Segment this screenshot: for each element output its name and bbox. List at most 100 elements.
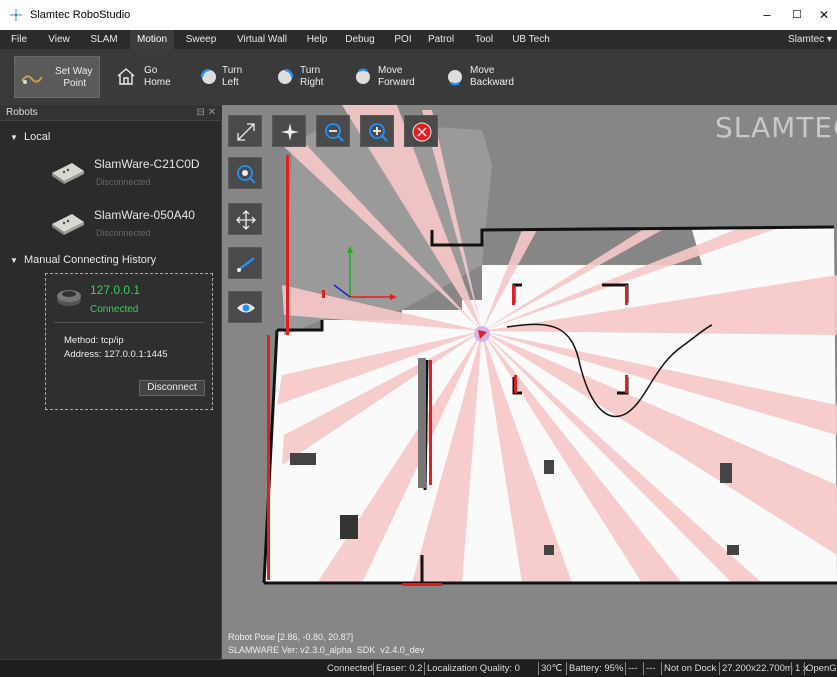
turn-left-label: Turn Left <box>222 65 243 88</box>
zoom-in-button[interactable] <box>360 115 394 147</box>
move-forward-label: Move Forward <box>378 65 415 88</box>
connection-card[interactable]: 127.0.0.1 Connected Method: tcp/ip Addre… <box>45 273 213 410</box>
connection-method: Method: tcp/ip <box>64 335 124 346</box>
home-icon <box>117 68 135 85</box>
status-dock: Not on Dock <box>664 663 717 674</box>
robot-name: SlamWare-050A40 <box>94 208 195 222</box>
menu-tool[interactable]: Tool <box>470 30 498 50</box>
pan-button[interactable] <box>228 203 262 235</box>
history-section-label: Manual Connecting History <box>24 254 157 266</box>
title-bar: Slamtec RoboStudio – ☐ ✕ <box>0 0 837 30</box>
expand-icon <box>237 123 255 141</box>
status-connected: Connected <box>327 663 373 674</box>
divider <box>625 662 626 675</box>
close-button[interactable]: ✕ <box>809 4 837 26</box>
menu-debug[interactable]: Debug <box>342 30 378 50</box>
zoom-in-icon <box>369 123 388 142</box>
divider <box>661 662 662 675</box>
status-map-size: 27.200x22.700m <box>722 663 793 674</box>
robot-base-icon <box>57 290 81 306</box>
divider <box>719 662 720 675</box>
robot-status: Disconnected <box>96 177 151 187</box>
local-section-header[interactable]: ▼ Local <box>0 130 222 146</box>
set-waypoint-button[interactable]: Set Way Point <box>14 56 100 98</box>
robot-status: Disconnected <box>96 228 151 238</box>
turn-right-button[interactable]: Turn Right <box>272 56 326 98</box>
slam-map[interactable] <box>222 105 837 659</box>
go-home-button[interactable]: Go Home <box>110 56 178 98</box>
turn-right-icon <box>278 68 294 84</box>
robot-position-marker <box>474 326 490 342</box>
divider <box>791 662 792 675</box>
move-backward-icon <box>448 70 462 86</box>
slamtec-watermark: SLAMTEC <box>715 111 837 144</box>
menu-file[interactable]: File <box>6 30 32 50</box>
move-forward-icon <box>356 68 370 84</box>
clear-map-button[interactable] <box>404 115 438 147</box>
clear-icon <box>412 122 432 142</box>
menu-slam[interactable]: SLAM <box>86 30 122 50</box>
disconnect-button[interactable]: Disconnect <box>139 380 205 396</box>
robots-panel: Robots ⊟ ✕ ▼ Local SlamWare-C21C0D Disco… <box>0 105 222 659</box>
divider <box>804 662 805 675</box>
menu-help[interactable]: Help <box>302 30 332 50</box>
menu-sweep[interactable]: Sweep <box>180 30 222 50</box>
status-temperature: 30℃ <box>541 663 563 674</box>
path-tool-button[interactable] <box>228 247 262 279</box>
fit-view-button[interactable] <box>228 115 262 147</box>
locate-button[interactable] <box>228 157 262 189</box>
obstacle <box>340 515 358 539</box>
divider <box>566 662 567 675</box>
connection-address: Address: 127.0.0.1:1445 <box>64 349 168 360</box>
menu-bar: File View SLAM Motion Sweep Virtual Wall… <box>0 30 837 50</box>
divider <box>643 662 644 675</box>
maximize-button[interactable]: ☐ <box>782 4 812 26</box>
menu-motion[interactable]: Motion <box>130 30 174 50</box>
expand-triangle-icon: ▼ <box>10 133 18 142</box>
center-robot-button[interactable] <box>272 115 306 147</box>
connection-status: Connected <box>90 304 139 315</box>
wall-segment <box>418 358 426 488</box>
user-menu[interactable]: Slamtec ▾ <box>784 30 836 50</box>
zoom-out-button[interactable] <box>316 115 350 147</box>
window-title: Slamtec RoboStudio <box>30 9 131 21</box>
turn-right-label: Turn Right <box>300 65 324 88</box>
locate-icon <box>237 165 256 184</box>
divider <box>538 662 539 675</box>
move-backward-label: Move Backward <box>470 65 514 88</box>
menu-ub-tech[interactable]: UB Tech <box>508 30 554 50</box>
status-eraser: Eraser: 0.2 <box>376 663 423 674</box>
waypoint-icon <box>21 75 43 84</box>
status-field-1: --- <box>628 663 638 674</box>
menu-view[interactable]: View <box>44 30 74 50</box>
move-backward-button[interactable]: Move Backward <box>442 56 522 98</box>
panel-float-close-icons[interactable]: ⊟ ✕ <box>196 105 216 121</box>
move-arrows-icon <box>236 210 256 230</box>
robot-device-icon <box>52 163 84 184</box>
robots-panel-title: Robots <box>6 107 38 118</box>
divider <box>373 662 374 675</box>
go-home-label: Go Home <box>144 65 171 88</box>
robot-name: SlamWare-C21C0D <box>94 157 200 171</box>
menu-patrol[interactable]: Patrol <box>425 30 457 50</box>
view-toggle-button[interactable] <box>228 291 262 323</box>
zoom-out-icon <box>325 123 344 142</box>
turn-left-button[interactable]: Turn Left <box>196 56 250 98</box>
map-viewport[interactable]: SLAMTEC Robot Pose [2.86, -0.80, 20.87] … <box>222 105 837 659</box>
path-icon <box>237 257 255 272</box>
history-section-header[interactable]: ▼ Manual Connecting History <box>0 253 222 269</box>
obstacle <box>544 460 554 474</box>
menu-poi[interactable]: POI <box>389 30 417 50</box>
divider <box>54 322 204 323</box>
robot-item[interactable]: SlamWare-050A40 Disconnected <box>40 206 220 242</box>
robots-panel-header: Robots ⊟ ✕ <box>0 105 222 121</box>
obstacle <box>727 545 739 555</box>
local-section-label: Local <box>24 131 51 143</box>
move-forward-button[interactable]: Move Forward <box>350 56 422 98</box>
menu-virtual-wall[interactable]: Virtual Wall <box>232 30 292 50</box>
robot-item[interactable]: SlamWare-C21C0D Disconnected <box>40 155 220 191</box>
robot-device-icon <box>52 214 84 235</box>
status-localization: Localization Quality: 0 <box>427 663 520 674</box>
compass-icon <box>281 123 299 141</box>
minimize-button[interactable]: – <box>752 4 782 26</box>
